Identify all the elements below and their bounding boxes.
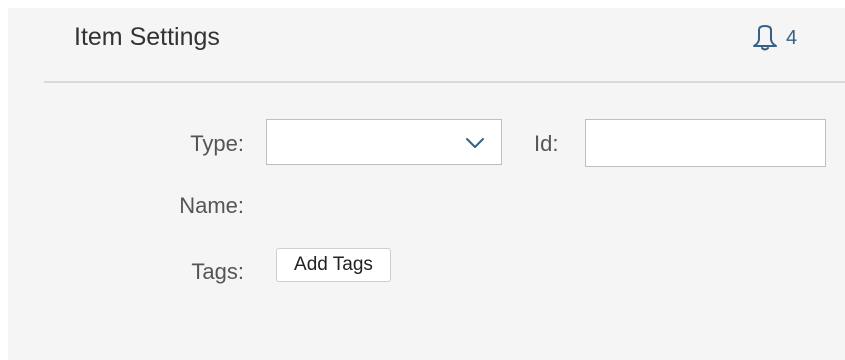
- notifications-button[interactable]: 4: [752, 24, 797, 52]
- add-tags-button[interactable]: Add Tags: [276, 248, 391, 282]
- type-dropdown[interactable]: [266, 119, 502, 165]
- header-divider: [44, 81, 845, 83]
- header: Item Settings 4: [8, 8, 845, 82]
- notification-count: 4: [786, 26, 798, 49]
- page-title: Item Settings: [74, 23, 220, 51]
- id-input[interactable]: [585, 119, 826, 167]
- chevron-down-icon: [465, 136, 485, 154]
- type-label: Type:: [190, 131, 244, 156]
- bell-icon: [752, 24, 778, 52]
- item-settings-panel: Item Settings 4 Type: Id: Name: Tags: Ad…: [8, 8, 845, 360]
- id-label: Id:: [534, 131, 559, 156]
- name-label: Name:: [179, 193, 244, 218]
- tags-label: Tags:: [191, 259, 244, 284]
